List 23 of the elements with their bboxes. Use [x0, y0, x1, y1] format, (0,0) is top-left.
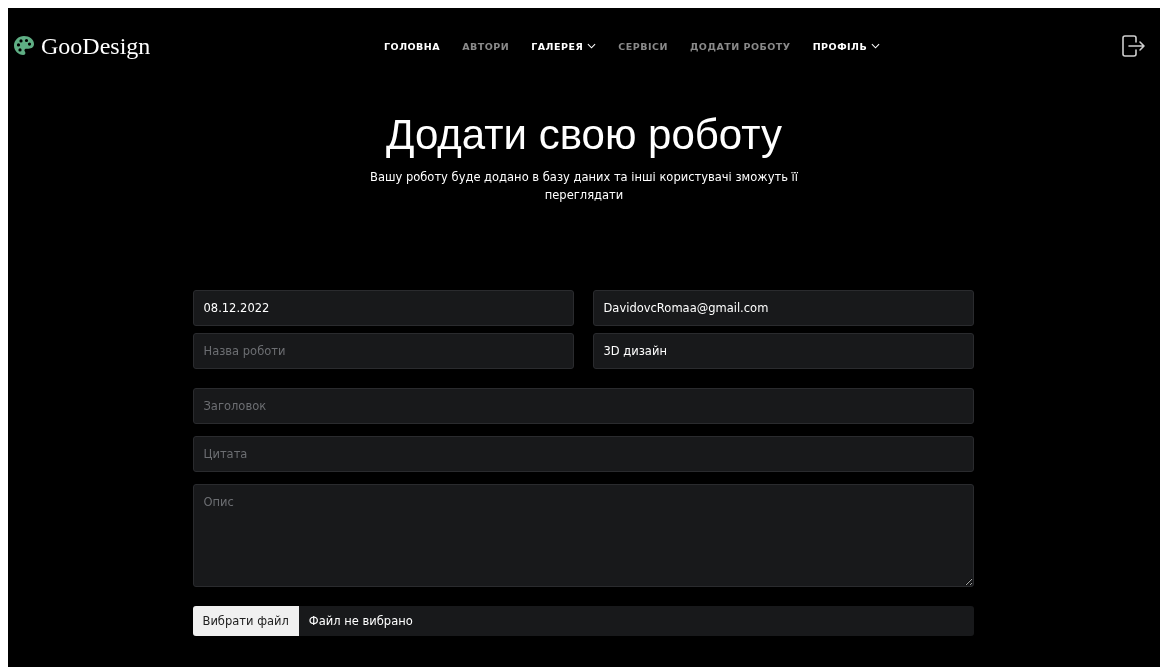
logo-link[interactable]: GooDesign — [41, 32, 151, 60]
file-input[interactable]: Вибрати файл Файл не вибрано — [192, 606, 974, 637]
page-subtitle: Вашу роботу буде додано в базу даних та інші користувачі зможуть її переглядати — [369, 169, 799, 205]
input-field[interactable]: 08.12.2022 — [192, 290, 574, 327]
choose-file-button[interactable]: Вибрати файл — [192, 606, 299, 637]
input-field[interactable]: Заголовок — [192, 388, 974, 425]
nav-link[interactable]: ГОЛОВНА — [384, 40, 441, 52]
file-status: Файл не вибрано — [307, 614, 413, 629]
input-field[interactable]: Назва роботи — [192, 333, 574, 370]
palette-icon — [12, 34, 36, 58]
input-field[interactable]: 3D дизайн — [592, 333, 974, 370]
input-field[interactable]: Цитата — [192, 436, 974, 473]
chevron-down-icon — [871, 43, 881, 49]
nav-link[interactable]: ДОДАТИ РОБОТУ — [689, 40, 791, 52]
nav-link[interactable]: АВТОРИ — [462, 40, 510, 52]
nav-link[interactable]: СЕРВІСИ — [618, 40, 668, 52]
input-field[interactable]: DavidovcRomaa@gmail.com — [592, 290, 974, 327]
description-field[interactable]: Опис — [192, 484, 974, 588]
nav-link[interactable]: ГАЛЕРЕЯ — [531, 40, 597, 52]
page-heading: Додати свою роботу — [386, 112, 782, 159]
logout-icon[interactable] — [1120, 33, 1146, 59]
nav-link[interactable]: ПРОФІЛЬ — [812, 40, 881, 52]
chevron-down-icon — [587, 43, 597, 49]
